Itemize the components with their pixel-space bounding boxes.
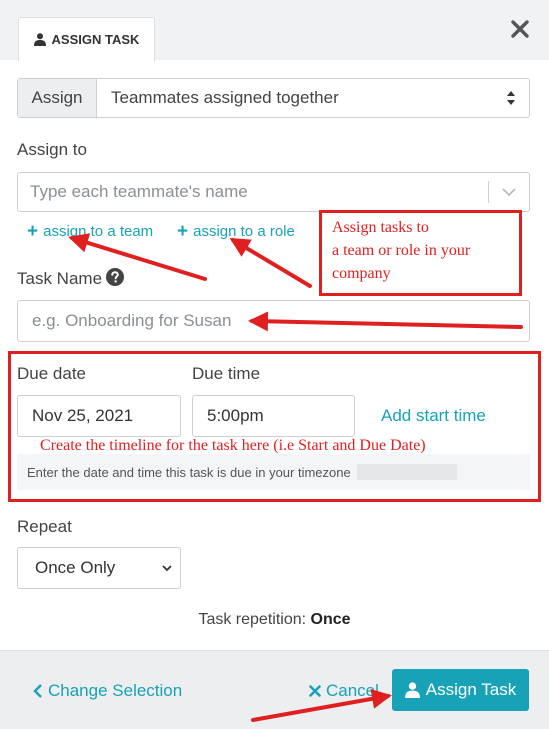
assign-to-team-text: assign to a team xyxy=(43,223,154,240)
assign-to-team-link[interactable]: + assign to a team xyxy=(27,221,154,242)
tab-assign-task[interactable]: ASSIGN TASK xyxy=(18,17,155,61)
close-icon[interactable] xyxy=(509,18,531,40)
question-circle-icon[interactable] xyxy=(106,268,124,286)
assign-mode-select[interactable]: Assign Teammates assigned together xyxy=(17,78,530,118)
assign-to-label: Assign to xyxy=(17,140,87,159)
change-selection-link[interactable]: Change Selection xyxy=(33,681,182,701)
assign-to-role-link[interactable]: + assign to a role xyxy=(177,221,295,242)
sort-caret-icon xyxy=(507,91,515,105)
arrow-to-role-link xyxy=(229,237,312,288)
assign-addon: Assign xyxy=(18,79,97,117)
plus-icon: + xyxy=(177,221,189,242)
repetition-prefix: Task repetition: xyxy=(198,611,307,628)
teammate-combobox[interactable]: Type each teammate's name xyxy=(17,172,530,212)
callout-line-2: a team or role in your xyxy=(332,242,471,259)
teammate-placeholder: Type each teammate's name xyxy=(30,182,248,201)
task-repetition-summary: Task repetition: Once xyxy=(0,611,549,629)
times-icon xyxy=(309,685,321,697)
callout-line-1: Assign tasks to xyxy=(332,219,429,236)
timeline-annotation-text: Create the timeline for the task here (i… xyxy=(40,437,426,454)
repeat-select[interactable]: Once Only xyxy=(17,547,181,589)
timeline-annotation-box xyxy=(8,351,541,502)
repetition-value: Once xyxy=(310,611,351,628)
assign-to-role-text: assign to a role xyxy=(193,223,295,240)
task-name-placeholder: e.g. Onboarding for Susan xyxy=(32,311,232,330)
chevron-left-icon xyxy=(33,684,42,698)
chevron-down-icon xyxy=(162,565,172,572)
repeat-value: Once Only xyxy=(35,558,116,577)
cancel-link[interactable]: Cancel xyxy=(309,681,379,701)
user-icon xyxy=(404,682,420,698)
assign-task-text: Assign Task xyxy=(425,680,517,699)
plus-icon: + xyxy=(27,221,39,242)
repeat-label: Repeat xyxy=(17,517,72,536)
assign-mode-value[interactable]: Teammates assigned together xyxy=(97,79,529,117)
team-role-annotation: Assign tasks to a team or role in your c… xyxy=(319,210,522,296)
task-name-input[interactable]: e.g. Onboarding for Susan xyxy=(17,300,530,342)
assign-mode-text: Teammates assigned together xyxy=(111,88,339,107)
assign-task-button[interactable]: Assign Task xyxy=(392,669,529,711)
chevron-down-icon[interactable] xyxy=(489,187,529,197)
cancel-text: Cancel xyxy=(326,681,379,700)
user-icon xyxy=(33,33,46,46)
callout-line-3: company xyxy=(332,265,391,282)
task-name-label: Task Name xyxy=(17,269,103,288)
tab-label: ASSIGN TASK xyxy=(51,32,140,47)
change-selection-text: Change Selection xyxy=(48,681,183,700)
